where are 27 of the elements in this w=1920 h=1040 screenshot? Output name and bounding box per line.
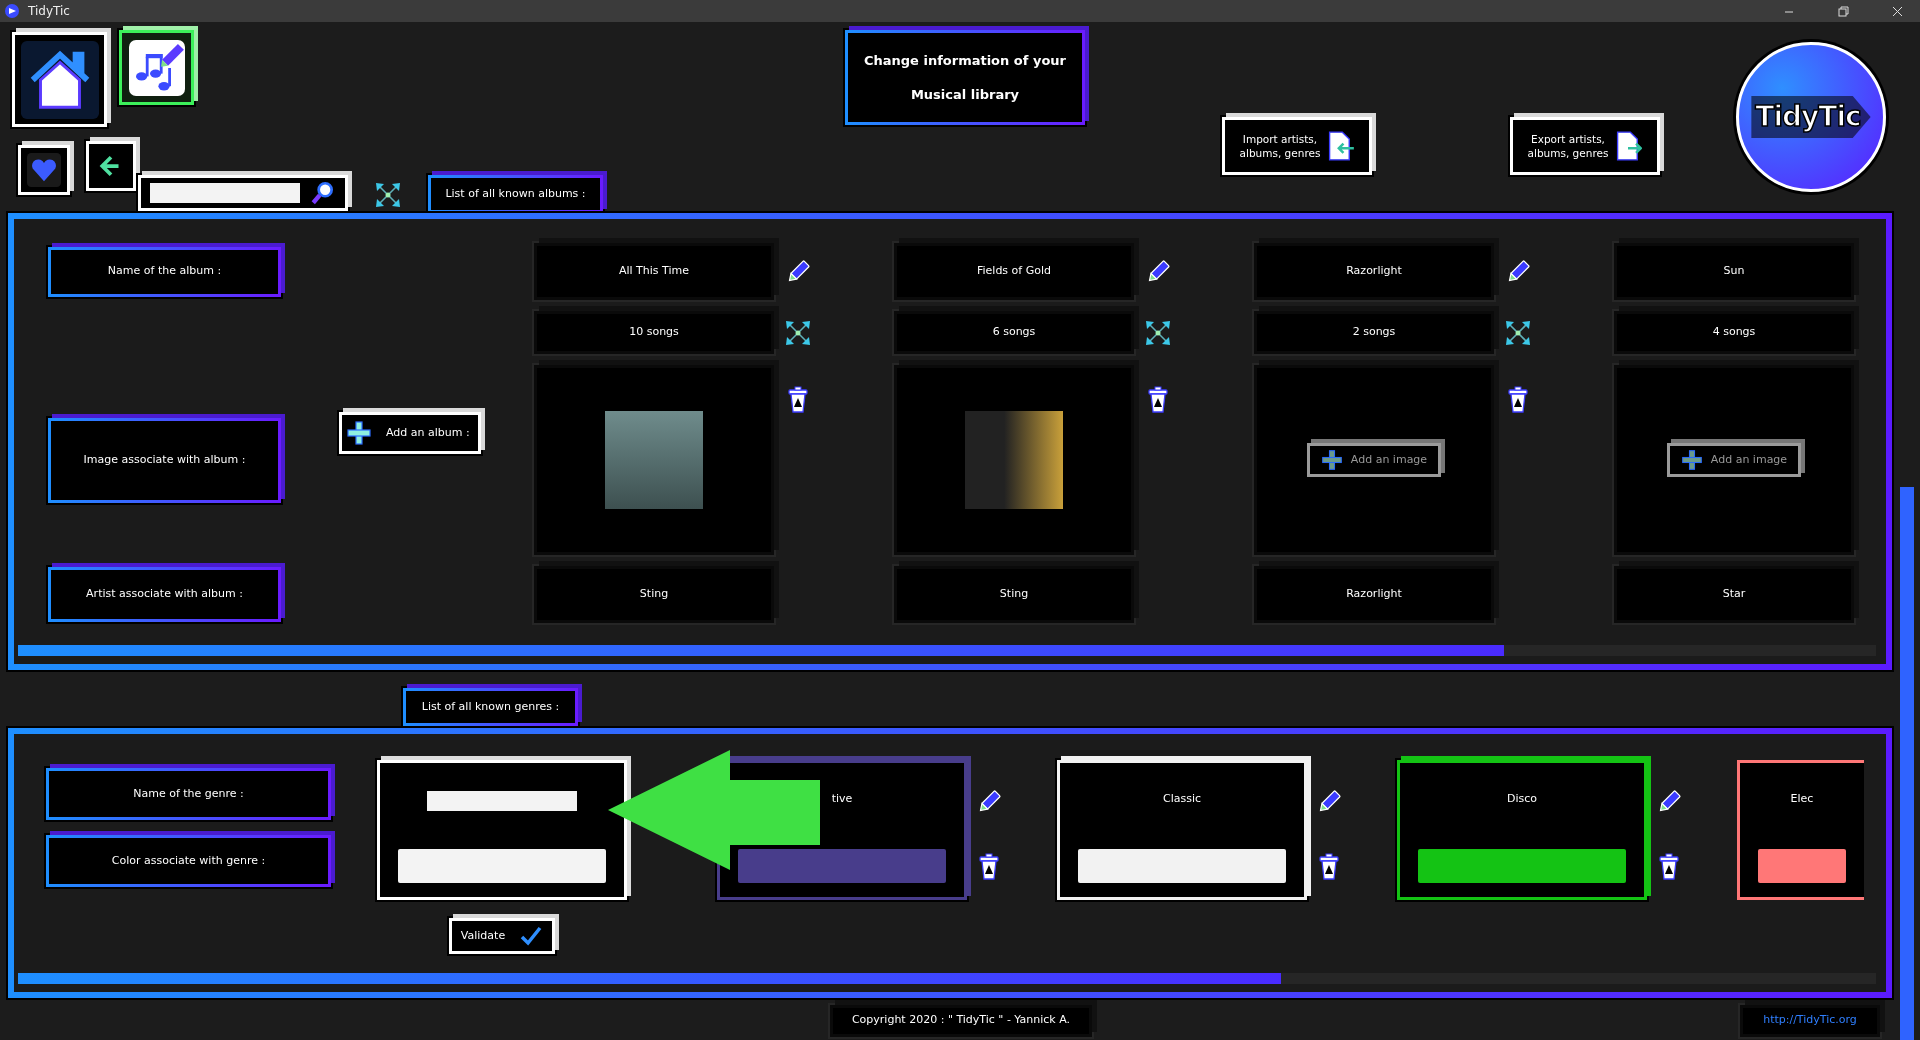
scrollbar-thumb[interactable]: [18, 973, 1282, 984]
expand-arrows-icon[interactable]: [1504, 318, 1532, 347]
genre-name: tive: [831, 791, 853, 807]
genre-name: Disco: [1506, 791, 1537, 807]
search-icon[interactable]: [310, 180, 336, 206]
scrollbar-thumb[interactable]: [1900, 487, 1914, 1040]
close-icon[interactable]: [1891, 5, 1903, 17]
document-arrow-icon[interactable]: [1326, 131, 1355, 161]
genre-name: Elec: [1790, 791, 1814, 807]
expand-arrows-icon[interactable]: [784, 318, 812, 347]
app-logo: TidyTic: [1736, 42, 1886, 192]
plus-icon[interactable]: [1680, 449, 1703, 471]
restore-icon[interactable]: [1837, 5, 1849, 17]
document-arrow-icon[interactable]: [1614, 131, 1643, 161]
expand-arrows-icon[interactable]: [1144, 318, 1172, 347]
window-title: TidyTic: [28, 3, 70, 20]
expand-arrows-icon[interactable]: [374, 181, 402, 209]
checkmark-icon[interactable]: [519, 925, 544, 947]
house-icon[interactable]: [20, 40, 99, 119]
app-logo-icon: [4, 3, 20, 19]
genre-name: Classic: [1162, 791, 1201, 807]
genre-name-field[interactable]: [427, 791, 577, 811]
music-note-pencil-icon[interactable]: [128, 39, 185, 96]
scrollbar-thumb[interactable]: [18, 645, 1505, 656]
color-field[interactable]: [398, 849, 606, 883]
plus-icon[interactable]: [1320, 449, 1343, 471]
plus-icon[interactable]: [346, 420, 372, 446]
